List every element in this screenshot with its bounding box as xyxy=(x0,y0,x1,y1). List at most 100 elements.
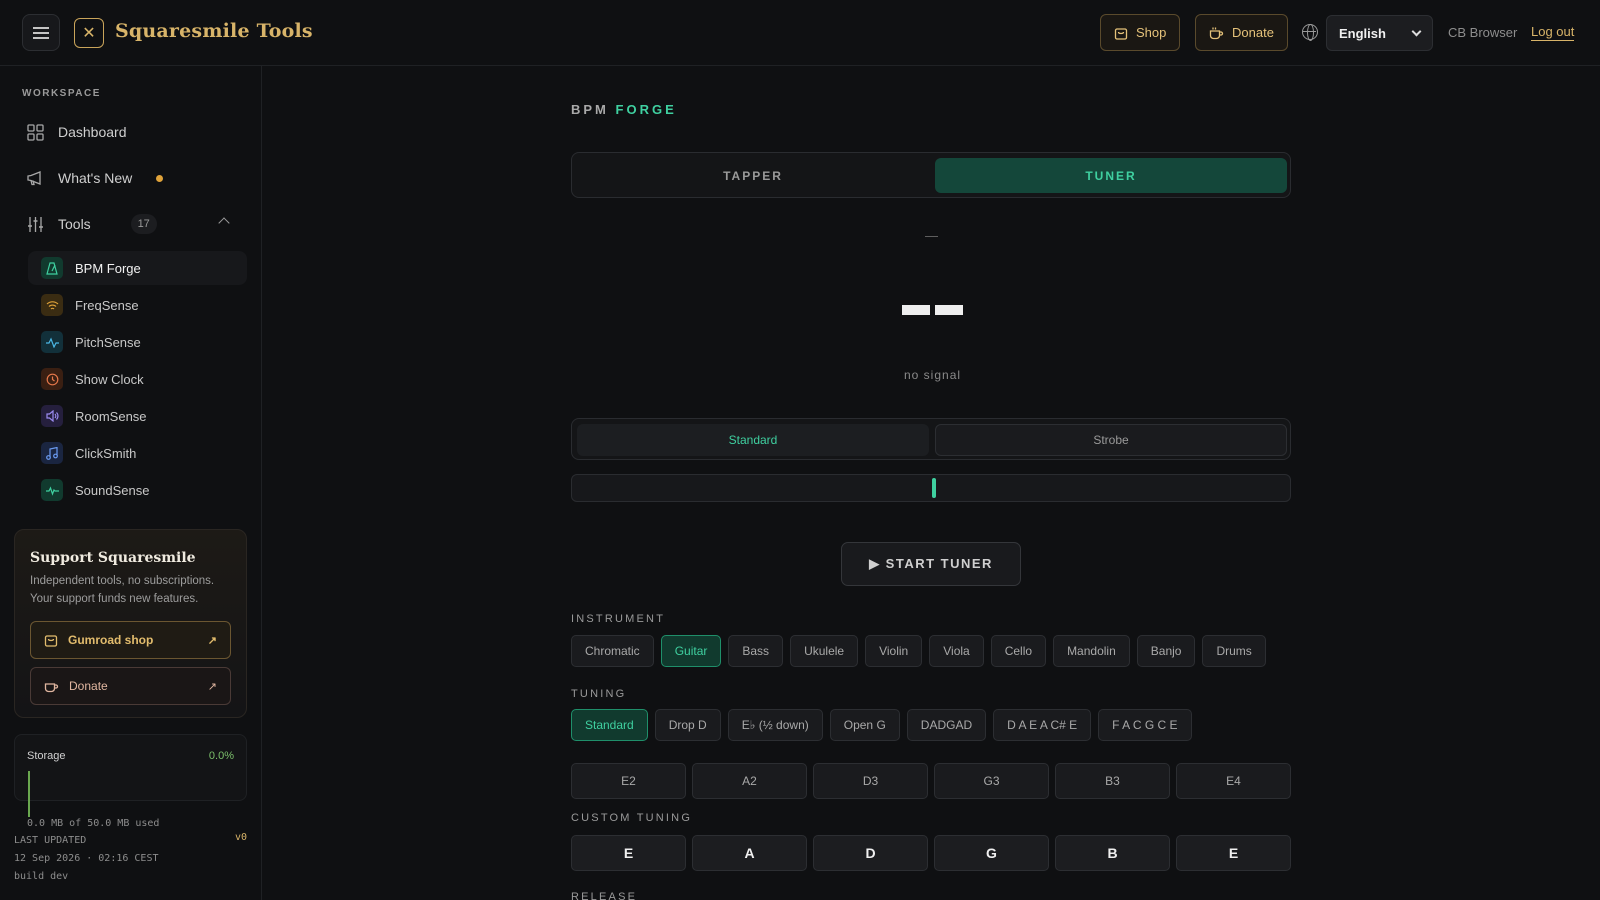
start-tuner-button[interactable]: ▶ START TUNER xyxy=(841,542,1021,586)
browser-label: CB Browser xyxy=(1448,25,1518,40)
mode-strobe[interactable]: Strobe xyxy=(935,424,1287,456)
instrument-chip[interactable]: Ukulele xyxy=(790,635,859,667)
sidebar-item-tools[interactable]: Tools 17 xyxy=(26,209,157,239)
instrument-chip[interactable]: Viola xyxy=(929,635,984,667)
support-title: Support Squaresmile xyxy=(30,550,196,566)
sidebar-item-label: What's New xyxy=(58,170,133,186)
tool-label: PitchSense xyxy=(75,334,141,350)
sidebar: WORKSPACE Dashboard What's New Tools 17 … xyxy=(0,66,262,900)
tuning-chip[interactable]: F A C G C E xyxy=(1098,709,1192,741)
storage-bar xyxy=(28,771,30,817)
tuning-chip[interactable]: D A E A C# E xyxy=(993,709,1092,741)
tuning-section-label: TUNING xyxy=(571,688,627,700)
note-display-block xyxy=(902,305,930,315)
sidebar-item-whats-new[interactable]: What's New xyxy=(26,163,164,193)
menu-button[interactable] xyxy=(22,14,60,51)
sidebar-tool-soundsense[interactable]: SoundSense xyxy=(28,473,247,507)
title-part-b: FORGE xyxy=(615,102,677,117)
storage-label: Storage xyxy=(27,750,66,762)
last-updated-label: LAST UPDATED xyxy=(14,835,87,846)
clock-icon xyxy=(41,368,63,390)
chevron-down-icon xyxy=(1411,26,1422,36)
instrument-chip[interactable]: Bass xyxy=(728,635,784,667)
instrument-chip[interactable]: Chromatic xyxy=(571,635,654,667)
tool-label: ClickSmith xyxy=(75,445,137,461)
instrument-chip[interactable]: Violin xyxy=(865,635,923,667)
storage-used: 0.0 MB of 50.0 MB used xyxy=(27,818,160,829)
sidebar-tool-show-clock[interactable]: Show Clock xyxy=(28,362,247,396)
mode-standard[interactable]: Standard xyxy=(577,424,929,456)
shop-label: Shop xyxy=(1136,25,1167,40)
custom-tuning-input[interactable]: E xyxy=(571,835,686,871)
string-button[interactable]: E2 xyxy=(571,763,686,799)
sidebar-item-dashboard[interactable]: Dashboard xyxy=(26,117,127,147)
instrument-chip[interactable]: Guitar xyxy=(660,635,722,667)
string-button[interactable]: E4 xyxy=(1176,763,1291,799)
signal-status: no signal xyxy=(904,368,962,382)
sidebar-tool-freqsense[interactable]: FreqSense xyxy=(28,288,247,322)
custom-tuning-input[interactable]: G xyxy=(934,835,1049,871)
language-select[interactable]: English xyxy=(1326,15,1433,51)
release-section-label: RELEASE xyxy=(571,891,638,900)
support-card: Support Squaresmile Independent tools, n… xyxy=(14,529,247,718)
bag-icon xyxy=(44,635,58,647)
workspace-label: WORKSPACE xyxy=(22,88,101,99)
support-text: Independent tools, no subscriptions. You… xyxy=(30,575,215,605)
tool-label: SoundSense xyxy=(75,482,150,498)
grid-icon xyxy=(26,123,44,141)
tuning-meter xyxy=(571,474,1291,502)
storage-percent: 0.0% xyxy=(208,750,234,762)
string-button[interactable]: D3 xyxy=(813,763,928,799)
music-note-icon xyxy=(41,442,63,464)
note-display-block xyxy=(935,305,963,315)
tuning-chip[interactable]: Open G xyxy=(829,709,900,741)
globe-icon xyxy=(1302,24,1318,41)
gumroad-shop-button[interactable]: Gumroad shop ↗ xyxy=(30,621,231,659)
logo-icon: ✕ xyxy=(74,18,104,48)
string-button[interactable]: B3 xyxy=(1055,763,1170,799)
donate-button[interactable]: Donate xyxy=(1195,14,1288,51)
sidebar-tool-pitchsense[interactable]: PitchSense xyxy=(28,325,247,359)
custom-tuning-input[interactable]: A xyxy=(692,835,807,871)
custom-tuning-label: CUSTOM TUNING xyxy=(571,812,693,824)
string-button[interactable]: G3 xyxy=(934,763,1049,799)
last-updated-info: LAST UPDATED 12 Sep 2026 · 02:16 CEST bu… xyxy=(14,832,159,886)
instrument-chip[interactable]: Mandolin xyxy=(1053,635,1130,667)
sidebar-item-label: Tools xyxy=(58,216,91,232)
sidebar-tool-roomsense[interactable]: RoomSense xyxy=(28,399,247,433)
instrument-chip[interactable]: Drums xyxy=(1202,635,1266,667)
logout-link[interactable]: Log out xyxy=(1531,24,1575,41)
instrument-section-label: INSTRUMENT xyxy=(571,613,666,625)
tab-tuner[interactable]: TUNER xyxy=(935,158,1287,193)
external-link-icon: ↗ xyxy=(207,680,217,693)
gumroad-shop-label: Gumroad shop xyxy=(68,633,154,647)
cup-icon xyxy=(1209,27,1224,39)
tuning-chip[interactable]: Standard xyxy=(571,709,648,741)
custom-tuning-fields: E A D G B E xyxy=(571,835,1291,871)
pulse-icon xyxy=(41,331,63,353)
support-donate-button[interactable]: Donate ↗ xyxy=(30,667,231,705)
tuning-chip[interactable]: DADGAD xyxy=(906,709,987,741)
tools-count-badge: 17 xyxy=(130,214,157,234)
tuning-chip[interactable]: Drop D xyxy=(654,709,721,741)
sliders-icon xyxy=(26,215,44,233)
custom-tuning-input[interactable]: E xyxy=(1176,835,1291,871)
tool-label: RoomSense xyxy=(75,408,147,424)
bag-icon xyxy=(1114,27,1128,40)
string-button[interactable]: A2 xyxy=(692,763,807,799)
custom-tuning-input[interactable]: D xyxy=(813,835,928,871)
sidebar-tool-bpm-forge[interactable]: BPM Forge xyxy=(28,251,247,285)
megaphone-icon xyxy=(26,169,44,187)
build-label: build dev xyxy=(14,871,69,882)
instrument-chip[interactable]: Banjo xyxy=(1136,635,1196,667)
custom-tuning-input[interactable]: B xyxy=(1055,835,1170,871)
chevron-up-icon[interactable] xyxy=(218,217,230,229)
instrument-chip[interactable]: Cello xyxy=(990,635,1047,667)
sidebar-tool-clicksmith[interactable]: ClickSmith xyxy=(28,436,247,470)
brand-name: Squaresmile Tools xyxy=(115,20,313,42)
tab-tapper[interactable]: TAPPER xyxy=(577,158,929,193)
tuning-chips: Standard Drop D E♭ (½ down) Open G DADGA… xyxy=(571,709,1192,741)
shop-button[interactable]: Shop xyxy=(1100,14,1181,51)
tuning-chip[interactable]: E♭ (½ down) xyxy=(727,709,823,741)
metronome-icon xyxy=(41,257,63,279)
